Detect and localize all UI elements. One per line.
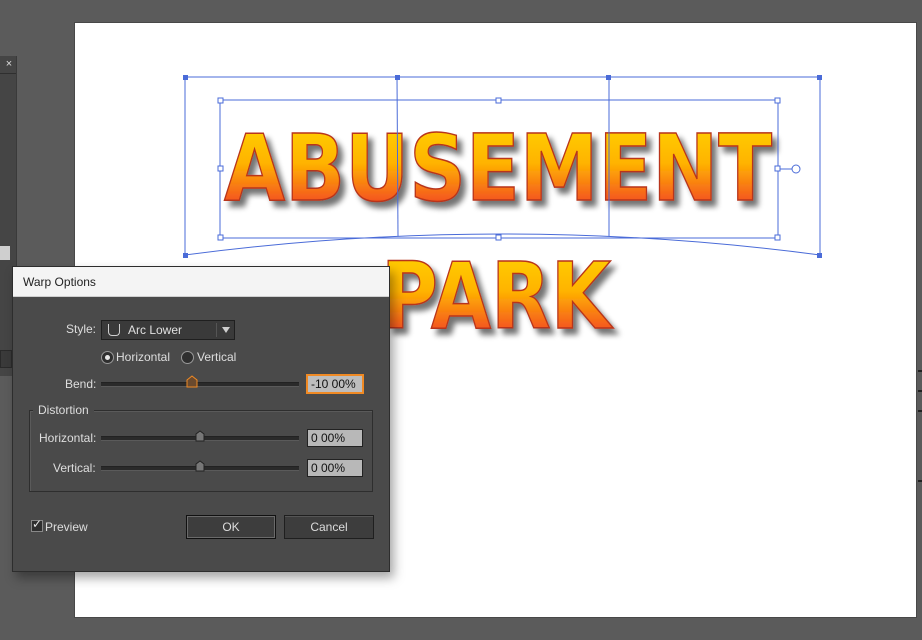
panel-divider xyxy=(0,73,16,74)
bend-label: Bend: xyxy=(65,377,97,391)
distortion-title: Distortion xyxy=(33,403,94,417)
vertical-distortion-label: Vertical: xyxy=(53,461,96,475)
bend-slider-track[interactable] xyxy=(101,382,299,387)
vertical-radio[interactable] xyxy=(181,351,194,364)
bend-field[interactable]: -10 00% xyxy=(307,375,363,393)
distortion-group xyxy=(29,410,373,492)
vertical-distortion-thumb[interactable] xyxy=(195,460,205,472)
artwork-text-line1[interactable]: ABUSEMENT xyxy=(223,114,773,223)
panel-swatch[interactable] xyxy=(0,246,10,260)
dialog-title: Warp Options xyxy=(23,275,96,289)
vertical-radio-label[interactable]: Vertical xyxy=(197,350,236,364)
bend-slider-thumb[interactable] xyxy=(186,375,198,388)
style-value: Arc Lower xyxy=(128,323,183,337)
horizontal-distortion-field[interactable]: 0 00% xyxy=(307,429,363,447)
artwork-text-line2[interactable]: PARK xyxy=(380,242,615,351)
preview-label[interactable]: Preview xyxy=(45,520,88,534)
horizontal-distortion-label: Horizontal: xyxy=(39,431,97,445)
warp-options-dialog: Warp Options Style: Arc Lower Horizontal… xyxy=(12,266,390,572)
vertical-distortion-field[interactable]: 0 00% xyxy=(307,459,363,477)
chevron-down-icon[interactable] xyxy=(222,327,230,333)
cancel-button[interactable]: Cancel xyxy=(284,515,374,539)
horizontal-distortion-thumb[interactable] xyxy=(195,430,205,442)
dropdown-separator xyxy=(216,323,217,337)
style-label: Style: xyxy=(66,322,97,336)
horizontal-radio[interactable] xyxy=(101,351,114,364)
panel-control[interactable] xyxy=(0,350,12,368)
right-edge-marks xyxy=(916,370,922,500)
dialog-titlebar[interactable]: Warp Options xyxy=(13,267,389,297)
preview-checkbox[interactable] xyxy=(31,517,43,532)
horizontal-radio-label[interactable]: Horizontal xyxy=(116,350,170,364)
style-dropdown[interactable]: Arc Lower xyxy=(101,320,235,340)
arc-lower-icon xyxy=(108,324,120,336)
close-icon[interactable]: × xyxy=(3,58,15,70)
ok-button[interactable]: OK xyxy=(186,515,276,539)
